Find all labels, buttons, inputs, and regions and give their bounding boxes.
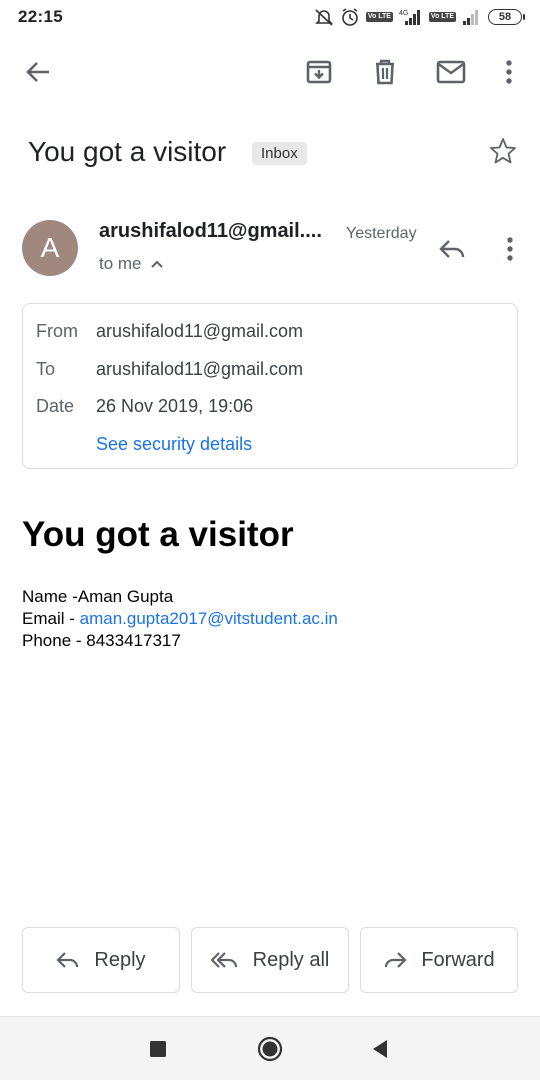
status-bar: 22:15 Vo LTE 4G Vo LTE 58 <box>0 0 540 34</box>
reply-button[interactable]: Reply <box>22 927 180 993</box>
reply-icon <box>439 240 465 258</box>
back-button[interactable] <box>20 54 56 90</box>
body-phone-line: Phone - 8433417317 <box>22 631 181 650</box>
mail-icon <box>436 60 466 84</box>
body-email-line: Email - aman.gupta2017@vitstudent.ac.in <box>22 608 338 630</box>
star-button[interactable] <box>488 136 518 166</box>
forward-icon <box>385 952 407 968</box>
trash-icon <box>376 59 394 85</box>
recipient-toggle[interactable]: to me <box>99 254 164 274</box>
reply-all-button-label: Reply all <box>252 948 330 971</box>
message-body: Name -Aman Gupta Email - aman.gupta2017@… <box>22 586 338 652</box>
home-circle-icon <box>257 1036 283 1062</box>
to-label: To <box>36 359 56 379</box>
message-details-box: From arushifalod11@gmail.com To arushifa… <box>22 303 518 469</box>
body-email-link[interactable]: aman.gupta2017@vitstudent.ac.in <box>80 609 338 628</box>
security-details-link[interactable]: See security details <box>96 434 252 455</box>
reply-all-button[interactable]: Reply all <box>191 927 349 993</box>
more-vert-icon <box>506 60 512 84</box>
from-value: arushifalod11@gmail.com <box>96 321 304 341</box>
to-value: arushifalod11@gmail.com <box>96 359 304 379</box>
body-email-prefix: Email - <box>22 609 80 628</box>
svg-text:4G: 4G <box>399 10 408 17</box>
mark-unread-button[interactable] <box>433 54 469 90</box>
reply-all-icon <box>210 952 237 968</box>
recents-button[interactable] <box>144 1035 172 1063</box>
body-heading: You got a visitor <box>22 515 294 554</box>
reply-quick-button[interactable] <box>434 231 470 267</box>
toolbar <box>0 44 540 100</box>
reply-icon <box>56 952 79 968</box>
forward-button-label: Forward <box>421 948 495 971</box>
to-me-label: to me <box>99 254 142 273</box>
inbox-label-chip[interactable]: Inbox <box>252 142 307 165</box>
star-icon <box>490 138 516 164</box>
email-subject: You got a visitor <box>28 136 227 167</box>
volte-icon-2: Vo LTE <box>428 12 456 22</box>
square-icon <box>150 1041 166 1057</box>
triangle-back-icon <box>373 1040 387 1058</box>
reply-button-label: Reply <box>94 948 146 971</box>
body-name-line: Name -Aman Gupta <box>22 587 174 606</box>
arrow-back-icon <box>26 62 49 82</box>
archive-icon <box>306 60 332 84</box>
signal-4g-icon: 4G <box>399 8 423 26</box>
subject-row: You got a visitor Inbox <box>28 132 518 176</box>
date-value: 26 Nov 2019, 19:06 <box>96 396 254 416</box>
email-date-short: Yesterday <box>346 225 417 242</box>
volte-icon: Vo LTE <box>365 12 393 22</box>
mute-icon <box>314 8 334 26</box>
system-nav-bar <box>0 1016 540 1080</box>
status-time: 22:15 <box>18 7 63 26</box>
signal-icon <box>462 8 482 26</box>
message-more-button[interactable] <box>492 231 528 267</box>
status-icons: Vo LTE 4G Vo LTE 58 <box>314 7 525 27</box>
battery-icon: 58 <box>488 9 525 25</box>
home-button[interactable] <box>256 1035 284 1063</box>
from-label: From <box>36 321 78 341</box>
more-options-button[interactable] <box>491 54 527 90</box>
avatar[interactable]: A <box>22 220 78 276</box>
date-label: Date <box>36 396 75 416</box>
delete-button[interactable] <box>367 54 403 90</box>
more-vert-icon <box>507 237 513 261</box>
archive-button[interactable] <box>301 54 337 90</box>
forward-button[interactable]: Forward <box>360 927 518 993</box>
sender-name: arushifalod11@gmail.... <box>99 220 322 242</box>
nav-back-button[interactable] <box>366 1035 394 1063</box>
alarm-icon <box>340 7 360 27</box>
chevron-up-icon <box>150 260 163 268</box>
